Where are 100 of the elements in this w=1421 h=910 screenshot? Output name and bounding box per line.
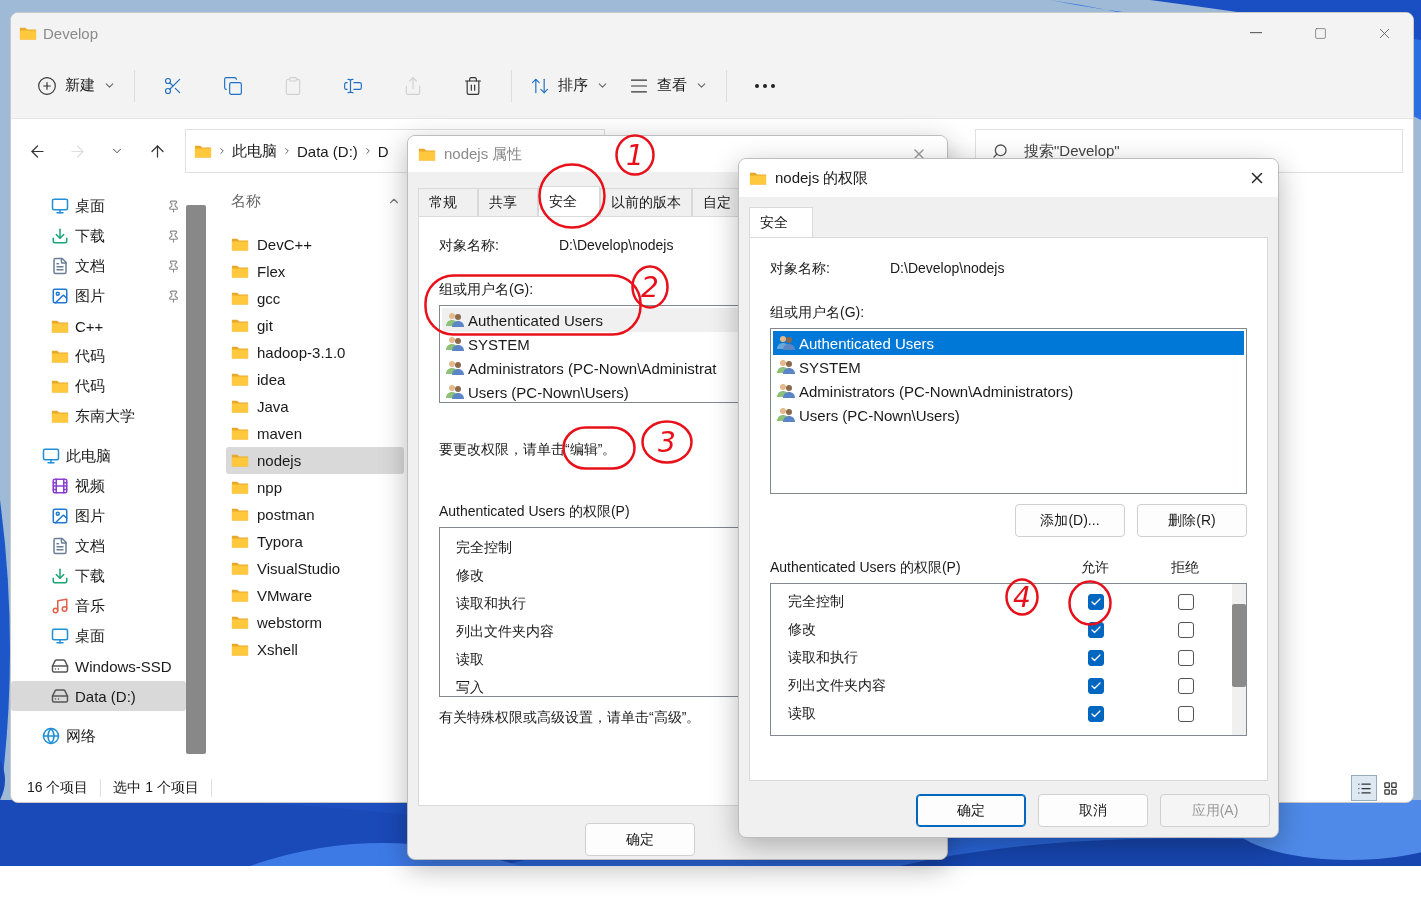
file-row[interactable]: gcc <box>226 285 404 312</box>
column-header: 允许 <box>1081 559 1109 577</box>
tab[interactable]: 安全 <box>749 207 813 237</box>
folder-icon <box>231 426 249 441</box>
sidebar-item[interactable]: C++ <box>11 311 186 341</box>
sidebar-item[interactable]: 文档 <box>11 531 186 561</box>
file-row[interactable]: postman <box>226 501 404 528</box>
check-icon <box>1090 708 1102 720</box>
folder-icon <box>231 480 249 495</box>
sidebar-item[interactable]: 音乐 <box>11 591 186 621</box>
dialog-button[interactable]: 添加(D)... <box>1015 504 1125 537</box>
group-item[interactable]: Users (PC-Nown\Users) <box>773 403 1244 427</box>
sidebar-item[interactable]: 下载 <box>11 221 186 251</box>
sidebar-item[interactable]: 桌面 <box>11 191 186 221</box>
file-row[interactable]: maven <box>226 420 404 447</box>
sidebar-label: 网络 <box>66 726 97 746</box>
breadcrumb-item[interactable]: Data (D:) <box>297 142 358 160</box>
file-name: Java <box>257 398 289 415</box>
file-row[interactable]: idea <box>226 366 404 393</box>
sidebar-label: C++ <box>75 317 105 335</box>
tab[interactable]: 以前的版本 <box>600 188 692 216</box>
maximize-icon <box>1313 26 1327 40</box>
sidebar-label: 下载 <box>75 226 106 246</box>
sidebar-item[interactable]: 代码 <box>11 371 186 401</box>
check-icon <box>1090 624 1102 636</box>
group-item[interactable]: Administrators (PC-Nown\Administrators) <box>773 379 1244 403</box>
check-icon <box>1090 652 1102 664</box>
sidebar-item[interactable]: 视频 <box>11 471 186 501</box>
sidebar-item[interactable]: 文档 <box>11 251 186 281</box>
column-header[interactable]: 名称 <box>226 189 401 213</box>
field-label: 对象名称: <box>439 237 500 255</box>
permission-label: 读取 <box>788 705 816 723</box>
file-row[interactable]: Typora <box>226 528 404 555</box>
check-icon <box>1090 596 1102 608</box>
file-row[interactable]: nodejs <box>226 447 404 474</box>
folder-icon <box>19 25 37 41</box>
dialog-button[interactable]: 取消 <box>1038 794 1148 827</box>
sidebar-item[interactable]: 桌面 <box>11 621 186 651</box>
scrollbar-thumb[interactable] <box>186 205 206 754</box>
file-row[interactable]: Flex <box>226 258 404 285</box>
file-name: postman <box>257 506 315 523</box>
users-icon <box>446 336 464 352</box>
sidebar-item[interactable]: Windows-SSD <box>11 651 186 681</box>
allow-checkbox[interactable] <box>1088 650 1104 666</box>
status-text: 16 个项目 <box>27 779 102 797</box>
permission-label: 完全控制 <box>456 539 513 557</box>
tab[interactable]: 安全 <box>538 186 600 216</box>
file-row[interactable]: Xshell <box>226 636 404 663</box>
file-row[interactable]: VisualStudio <box>226 555 404 582</box>
deny-checkbox[interactable] <box>1178 678 1194 694</box>
permission-label: 读取和执行 <box>456 595 527 613</box>
group-item[interactable]: Authenticated Users <box>773 331 1244 355</box>
file-row[interactable]: git <box>226 312 404 339</box>
folder-icon <box>231 291 249 306</box>
object-path: D:\Develop\nodejs <box>890 260 1005 278</box>
view-button[interactable]: 查看 <box>619 65 718 106</box>
sidebar-item[interactable]: 东南大学 <box>11 401 186 431</box>
sidebar-item[interactable]: 图片 <box>11 501 186 531</box>
dialog-button[interactable]: 确定 <box>916 794 1026 827</box>
folder-icon <box>231 264 249 279</box>
allow-checkbox[interactable] <box>1088 678 1104 694</box>
folder-icon <box>231 588 249 603</box>
breadcrumb-item[interactable]: 此电脑 <box>232 141 277 161</box>
file-row[interactable]: DevC++ <box>226 231 404 258</box>
users-icon <box>446 360 464 376</box>
allow-checkbox[interactable] <box>1088 706 1104 722</box>
deny-checkbox[interactable] <box>1178 650 1194 666</box>
sidebar-item[interactable]: 下载 <box>11 561 186 591</box>
dialog-button[interactable]: 确定 <box>585 823 695 856</box>
sort-button[interactable]: 排序 <box>520 65 619 106</box>
file-row[interactable]: Java <box>226 393 404 420</box>
file-row[interactable]: webstorm <box>226 609 404 636</box>
deny-checkbox[interactable] <box>1178 594 1194 610</box>
file-row[interactable]: npp <box>226 474 404 501</box>
file-row[interactable]: hadoop-3.1.0 <box>226 339 404 366</box>
sidebar-label: 东南大学 <box>75 406 136 426</box>
tab[interactable]: 常规 <box>418 188 478 216</box>
dialog-button[interactable]: 删除(R) <box>1137 504 1247 537</box>
field-label: 组或用户名(G): <box>439 281 534 299</box>
scrollbar-thumb[interactable] <box>1232 604 1246 687</box>
sidebar-item[interactable]: 代码 <box>11 341 186 371</box>
details-view-button[interactable] <box>1351 775 1377 801</box>
tab[interactable]: 共享 <box>478 188 538 216</box>
status-text: 选中 1 个项目 <box>113 779 213 797</box>
deny-checkbox[interactable] <box>1178 706 1194 722</box>
sidebar-item[interactable]: 网络 <box>11 721 186 751</box>
desktop-icon <box>51 627 69 645</box>
column-header: 拒绝 <box>1171 559 1199 577</box>
breadcrumb-item[interactable]: D <box>377 142 389 160</box>
new-button[interactable]: 新建 <box>27 65 126 106</box>
annotation-number: 1 <box>615 134 655 176</box>
sidebar-item[interactable]: Data (D:) <box>11 681 186 711</box>
sidebar-label: 代码 <box>75 346 106 366</box>
allow-checkbox[interactable] <box>1088 594 1104 610</box>
deny-checkbox[interactable] <box>1178 622 1194 638</box>
sidebar-item[interactable]: 图片 <box>11 281 186 311</box>
file-row[interactable]: VMware <box>226 582 404 609</box>
sidebar-item[interactable]: 此电脑 <box>11 441 186 471</box>
group-item[interactable]: SYSTEM <box>773 355 1244 379</box>
video-icon <box>51 477 69 495</box>
